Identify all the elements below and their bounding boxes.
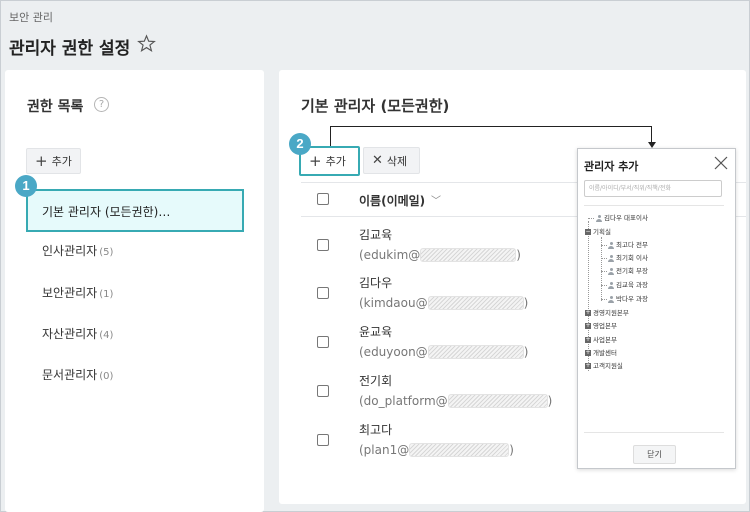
column-header-name-email[interactable]: 이름(이메일) bbox=[359, 192, 425, 209]
org-tree-dept[interactable]: − 기획실 bbox=[585, 229, 611, 236]
user-name: 최고다 bbox=[359, 423, 393, 437]
org-tree-member[interactable]: 최고다 전무 bbox=[608, 242, 648, 249]
expand-minus-icon[interactable]: − bbox=[585, 229, 591, 236]
dialog-title: 관리자 추가 bbox=[584, 160, 639, 173]
user-email: (plan1@) bbox=[359, 443, 514, 457]
org-tree-member[interactable]: 박다우 과장 bbox=[608, 296, 648, 303]
close-x-icon: ✕ bbox=[372, 153, 383, 168]
plus-icon: + bbox=[309, 151, 322, 170]
row-checkbox[interactable] bbox=[317, 336, 329, 348]
user-name: 김교육 bbox=[359, 228, 393, 242]
add-admin-label: 추가 bbox=[325, 155, 346, 168]
org-tree-dept[interactable]: + 고객지원실 bbox=[585, 363, 623, 370]
row-checkbox[interactable] bbox=[317, 287, 329, 299]
chevron-down-icon[interactable]: ﹀ bbox=[431, 192, 441, 207]
add-permission-button[interactable]: + 추가 bbox=[26, 148, 81, 174]
org-search-input[interactable]: 이름/아이디/부서/직위/직책/전화 bbox=[584, 180, 722, 197]
expand-plus-icon[interactable]: + bbox=[585, 337, 591, 344]
permission-group-label: 인사관리자 bbox=[42, 244, 98, 258]
callout-badge-1: 1 bbox=[15, 175, 37, 197]
user-email: (eduyoon@) bbox=[359, 345, 529, 359]
person-icon bbox=[608, 255, 614, 262]
expand-plus-icon[interactable]: + bbox=[585, 310, 591, 317]
permission-group-security-admin[interactable]: 보안관리자 (1) bbox=[42, 284, 113, 301]
permission-list-panel: 권한 목록 ? + 추가 기본 관리자 (모든권한)… 인사관리자 (5) 보안관… bbox=[5, 70, 264, 512]
user-name: 김다우 bbox=[359, 276, 393, 290]
dialog-divider bbox=[584, 432, 724, 433]
help-icon[interactable]: ? bbox=[94, 97, 109, 112]
delete-admin-button[interactable]: ✕ 삭제 bbox=[363, 147, 420, 174]
permission-group-label: 자산관리자 bbox=[42, 327, 98, 341]
org-tree-dept[interactable]: + 경영지원본부 bbox=[585, 310, 629, 317]
person-icon bbox=[596, 215, 602, 222]
permission-group-count: (5) bbox=[99, 247, 114, 258]
row-checkbox[interactable] bbox=[317, 239, 329, 251]
connector-line bbox=[651, 126, 652, 143]
org-tree-dept[interactable]: + 영업본부 bbox=[585, 323, 617, 330]
select-all-checkbox[interactable] bbox=[317, 193, 329, 205]
dialog-close-button[interactable]: 닫기 bbox=[633, 445, 676, 464]
permission-group-default-admin[interactable]: 기본 관리자 (모든권한)… bbox=[26, 189, 244, 232]
permission-group-label: 기본 관리자 (모든권한)… bbox=[42, 205, 171, 219]
close-icon[interactable] bbox=[713, 155, 729, 171]
expand-plus-icon[interactable]: + bbox=[585, 350, 591, 357]
dialog-divider bbox=[584, 205, 724, 206]
delete-admin-label: 삭제 bbox=[386, 154, 408, 168]
user-email: (kimdaou@) bbox=[359, 296, 529, 310]
org-tree-member[interactable]: 전기회 부장 bbox=[608, 268, 648, 275]
plus-icon: + bbox=[35, 151, 48, 170]
permission-list-title: 권한 목록 bbox=[27, 99, 84, 115]
permission-group-count: (4) bbox=[99, 330, 114, 341]
permission-group-label: 문서관리자 bbox=[42, 368, 98, 382]
user-name: 전기회 bbox=[359, 374, 393, 388]
user-email: (edukim@) bbox=[359, 248, 521, 262]
permission-group-hr-admin[interactable]: 인사관리자 (5) bbox=[42, 242, 113, 259]
org-tree-dept[interactable]: + 사업본부 bbox=[585, 337, 617, 344]
add-permission-label: 추가 bbox=[51, 155, 72, 168]
user-name: 윤교육 bbox=[359, 325, 393, 339]
org-tree-member[interactable]: 최기회 이사 bbox=[608, 255, 648, 262]
connector-line bbox=[330, 126, 652, 127]
permission-group-asset-admin[interactable]: 자산관리자 (4) bbox=[42, 325, 113, 342]
person-icon bbox=[608, 296, 614, 303]
favorite-star-icon[interactable] bbox=[137, 34, 156, 53]
org-tree-member[interactable]: 김다우 대표이사 bbox=[596, 215, 648, 222]
org-tree-dept[interactable]: + 개발센터 bbox=[585, 350, 617, 357]
row-checkbox[interactable] bbox=[317, 385, 329, 397]
permission-group-count: (1) bbox=[99, 289, 114, 300]
permission-group-document-admin[interactable]: 문서관리자 (0) bbox=[42, 366, 113, 383]
row-checkbox[interactable] bbox=[317, 434, 329, 446]
permission-detail-title: 기본 관리자 (모든권한) bbox=[301, 97, 450, 115]
person-icon bbox=[608, 242, 614, 249]
expand-plus-icon[interactable]: + bbox=[585, 323, 591, 330]
breadcrumb[interactable]: 보안 관리 bbox=[9, 9, 53, 25]
expand-plus-icon[interactable]: + bbox=[585, 363, 591, 370]
person-icon bbox=[608, 282, 614, 289]
user-email: (do_platform@) bbox=[359, 394, 553, 408]
add-admin-dialog: 관리자 추가 이름/아이디/부서/직위/직책/전화 김다우 대표이사 − 기획실… bbox=[577, 148, 736, 469]
permission-group-count: (0) bbox=[99, 371, 114, 382]
page-title: 관리자 권한 설정 bbox=[9, 39, 131, 59]
person-icon bbox=[608, 268, 614, 275]
permission-group-label: 보안관리자 bbox=[42, 286, 98, 300]
org-tree-member[interactable]: 김교육 과장 bbox=[608, 282, 648, 289]
callout-badge-2: 2 bbox=[289, 133, 311, 155]
connector-line bbox=[330, 126, 331, 146]
